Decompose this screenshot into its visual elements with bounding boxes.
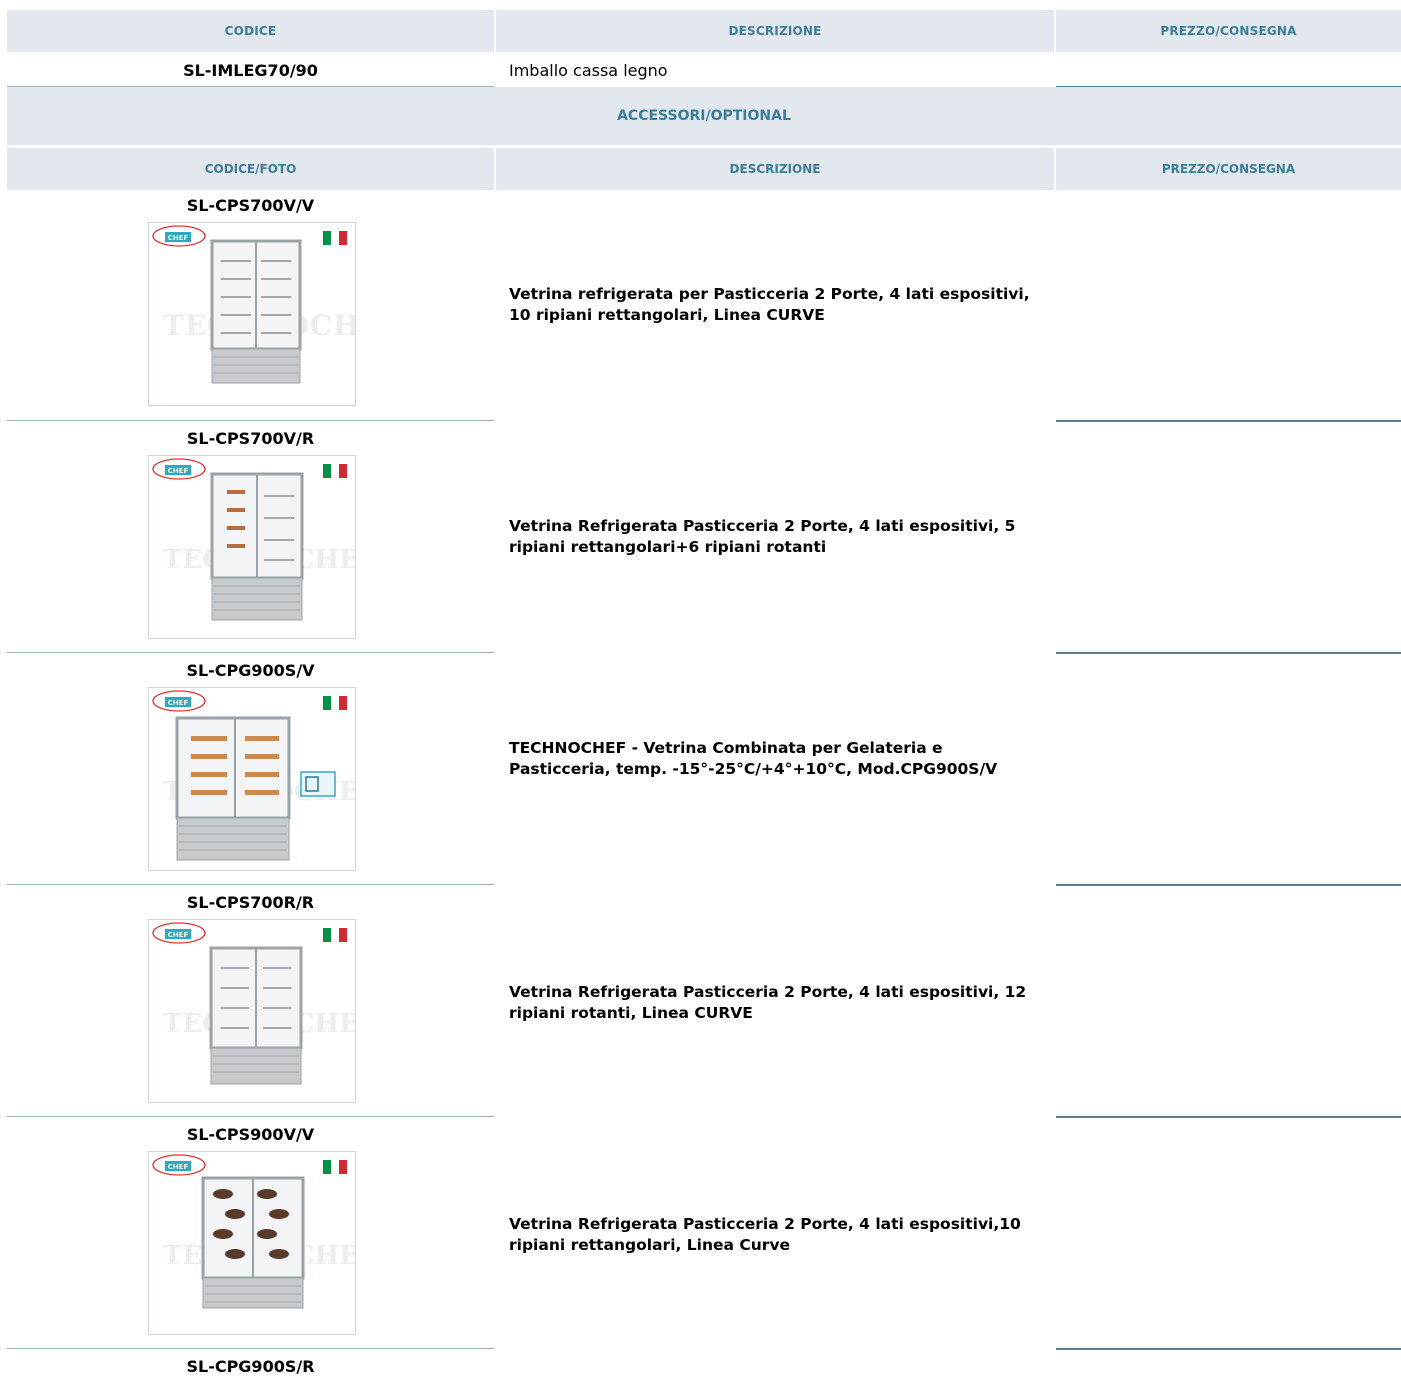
- row-divider: [7, 884, 494, 885]
- header-codice-foto: CODICE/FOTO: [7, 148, 494, 190]
- packaging-code: SL-IMLEG70/90: [183, 60, 318, 80]
- product-code[interactable]: SL-CPG900S/R: [7, 1357, 494, 1376]
- display-case-image: TECHNOCHEF.IT CHEF: [152, 690, 355, 861]
- svg-text:CHEF: CHEF: [168, 1163, 189, 1171]
- product-description: Vetrina Refrigerata Pasticceria 2 Porte,…: [509, 517, 1016, 556]
- header-descrizione-2: DESCRIZIONE: [496, 148, 1054, 190]
- display-case-image: TECHNOCHEF.IT CHEF: [152, 1154, 355, 1309]
- row-divider: [7, 652, 494, 653]
- product-code[interactable]: SL-CPS900V/V: [7, 1125, 494, 1144]
- row-divider: [7, 420, 494, 421]
- product-photo[interactable]: TECHNOCHEF.IT CHEF: [148, 455, 356, 639]
- row-divider: [7, 1116, 494, 1117]
- product-photo[interactable]: TECHNOCHEF.IT CHEF: [148, 1151, 356, 1335]
- product-description: TECHNOCHEF - Vetrina Combinata per Gelat…: [509, 739, 998, 778]
- svg-text:CHEF: CHEF: [168, 234, 189, 242]
- product-code[interactable]: SL-CPS700R/R: [7, 893, 494, 912]
- row-divider: [1056, 1116, 1401, 1118]
- header-descrizione: DESCRIZIONE: [496, 10, 1054, 52]
- row-divider: [1056, 652, 1401, 654]
- svg-text:CHEF: CHEF: [168, 467, 189, 475]
- row-divider: [7, 1348, 494, 1349]
- header-prezzo-2: PREZZO/CONSEGNA: [1056, 148, 1401, 190]
- product-code[interactable]: SL-CPS700V/R: [7, 429, 494, 448]
- header-codice: CODICE: [7, 10, 494, 52]
- product-photo[interactable]: TECHNOCHEF.IT CHEF: [148, 687, 356, 871]
- product-description: Vetrina Refrigerata Pasticceria 2 Porte,…: [509, 1215, 1021, 1254]
- product-code[interactable]: SL-CPS700V/V: [7, 196, 494, 215]
- packaging-description: Imballo cassa legno: [509, 60, 668, 80]
- section-title-accessori: ACCESSORI/OPTIONAL: [7, 87, 1401, 145]
- row-divider: [1056, 1348, 1401, 1350]
- svg-text:CHEF: CHEF: [168, 699, 189, 707]
- svg-text:CHEF: CHEF: [168, 931, 189, 939]
- row-divider: [1056, 420, 1401, 422]
- row-divider: [1056, 884, 1401, 886]
- header-prezzo: PREZZO/CONSEGNA: [1056, 10, 1401, 52]
- product-photo[interactable]: TECHNOCHEF.IT CHEF: [148, 222, 356, 406]
- product-photo[interactable]: TECHNOCHEF.IT CHEF: [148, 919, 356, 1103]
- product-description: Vetrina Refrigerata Pasticceria 2 Porte,…: [509, 983, 1027, 1022]
- display-case-image: TECHNOCHEF.IT CHEF: [152, 458, 355, 621]
- display-case-image: TECHNOCHEF.IT CHEF: [152, 922, 355, 1085]
- product-description: Vetrina refrigerata per Pasticceria 2 Po…: [509, 285, 1030, 324]
- display-case-image: TECHNOCHEF.IT CHEF: [152, 225, 355, 384]
- product-code[interactable]: SL-CPG900S/V: [7, 661, 494, 680]
